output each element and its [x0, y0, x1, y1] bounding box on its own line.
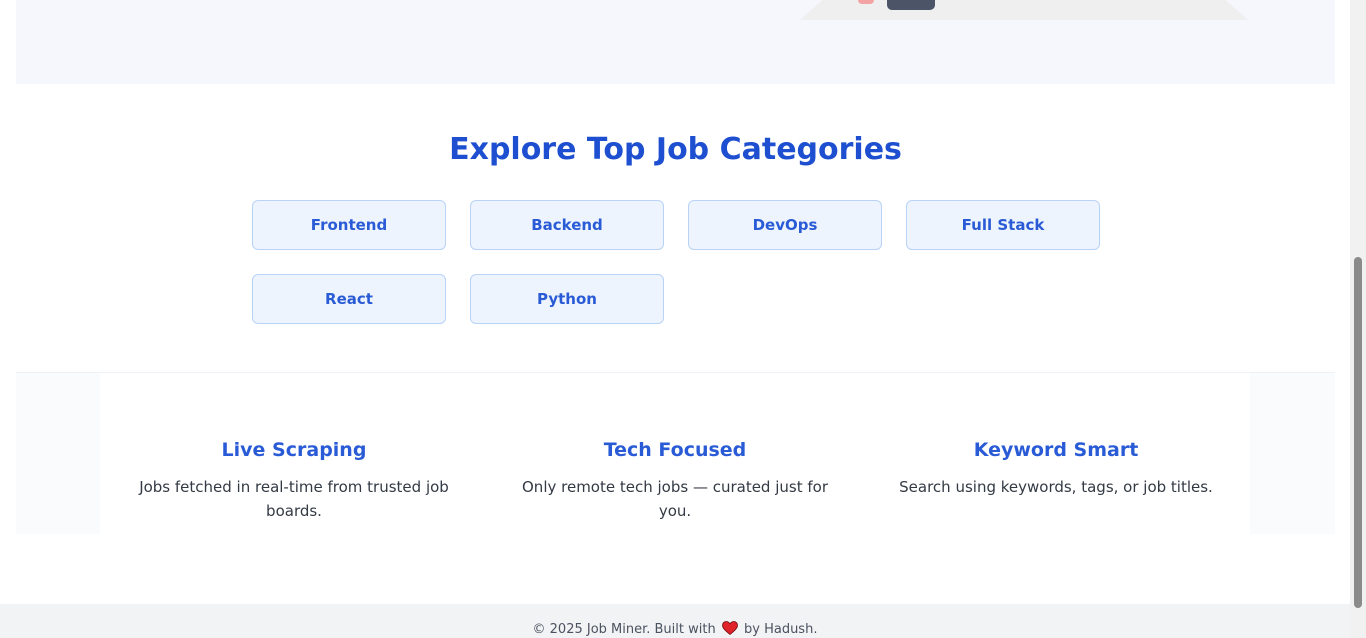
illustration-accent	[858, 0, 874, 4]
feature-description: Only remote tech jobs — curated just for…	[522, 478, 828, 520]
category-python-button[interactable]: Python	[470, 274, 664, 324]
hero-section	[16, 0, 1335, 84]
feature-live-scraping: Live Scraping Jobs fetched in real-time …	[124, 439, 464, 523]
features-section: Live Scraping Jobs fetched in real-time …	[16, 372, 1335, 535]
illustration-laptop-base	[887, 0, 935, 10]
features-container: Live Scraping Jobs fetched in real-time …	[100, 373, 1250, 535]
footer-text-after: by Hadush.	[744, 622, 818, 637]
feature-title: Keyword Smart	[973, 439, 1139, 461]
footer: © 2025 Job Miner. Built with by Hadush.	[0, 604, 1350, 638]
feature-tech-focused: Tech Focused Only remote tech jobs — cur…	[505, 439, 845, 523]
categories-title: Explore Top Job Categories	[449, 132, 902, 167]
feature-description: Jobs fetched in real-time from trusted j…	[139, 478, 449, 520]
footer-text-before: © 2025 Job Miner. Built with	[532, 622, 716, 637]
heart-icon	[721, 621, 738, 635]
categories-section: Explore Top Job Categories Frontend Back…	[16, 84, 1335, 373]
category-frontend-button[interactable]: Frontend	[252, 200, 446, 250]
page-scrollbar[interactable]	[1350, 0, 1366, 638]
category-fullstack-button[interactable]: Full Stack	[906, 200, 1100, 250]
feature-description: Search using keywords, tags, or job titl…	[899, 478, 1213, 496]
feature-keyword-smart: Keyword Smart Search using keywords, tag…	[886, 439, 1226, 499]
scrollbar-thumb[interactable]	[1354, 257, 1362, 608]
category-backend-button[interactable]: Backend	[470, 200, 664, 250]
category-devops-button[interactable]: DevOps	[688, 200, 882, 250]
category-react-button[interactable]: React	[252, 274, 446, 324]
feature-title: Live Scraping	[221, 439, 367, 461]
feature-title: Tech Focused	[603, 439, 747, 461]
hero-illustration	[800, 0, 1248, 20]
